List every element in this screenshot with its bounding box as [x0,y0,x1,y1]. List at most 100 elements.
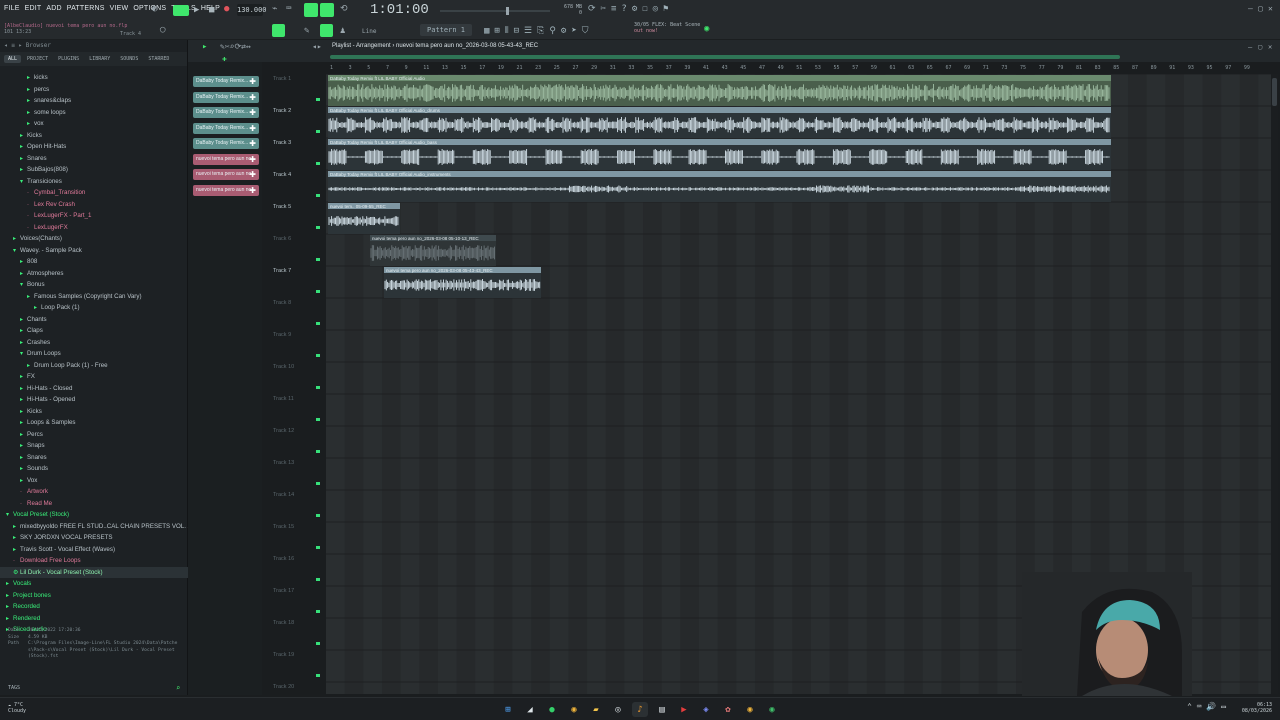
browser-item[interactable]: ▾ Bonus [0,279,188,291]
browser-item[interactable]: ▸ Project bones [0,590,188,602]
record-mode-icon[interactable]: ◐ [152,4,157,14]
channel-rack-icon[interactable]: ✂ [601,4,606,14]
track-name[interactable]: Track 16 [273,556,294,562]
browser-item[interactable]: ▾ Drum Loops [0,348,188,360]
browser-tab-all[interactable]: ALL [4,55,22,63]
add-clip-icon[interactable]: ✚ [249,185,256,196]
menu-patterns[interactable]: PATTERNS [67,5,105,12]
browser-item[interactable]: ▸ SubBajos(808) [0,164,188,176]
playlist-tools-icon[interactable]: ✎✂⌕⟳⇄↔ [220,42,251,52]
clip-source-button[interactable]: DaBaby Today Remix... ✚ [193,91,259,103]
track-mute-indicator[interactable] [316,418,320,421]
clip-source-button[interactable]: DaBaby Today Remix... ✚ [193,138,259,149]
browser-item[interactable]: ▸ Sounds [0,463,188,475]
track-mute-indicator[interactable] [316,514,320,517]
metronome-icon[interactable]: ⌁ [272,4,277,14]
touch-keyboard-icon[interactable]: ⚲ [549,26,556,36]
menu-edit[interactable]: EDIT [25,5,42,12]
browser-item[interactable]: ▸ Snares [0,452,188,464]
track-mute-indicator[interactable] [316,98,320,101]
track-mute-indicator[interactable] [316,258,320,261]
browser-tab-library[interactable]: LIBRARY [85,55,114,63]
clip-source-button[interactable]: nuevoi tema pero aun no... ✚ [193,169,259,180]
browser-item[interactable]: ▸ Hi-Hats - Closed [0,383,188,395]
countdown-toggle[interactable] [320,3,334,17]
snap-selector[interactable]: Line [362,27,376,37]
browser-item[interactable]: · Artwork [0,486,188,498]
record-icon[interactable]: ● [224,4,229,14]
track-name[interactable]: Track 3 [273,140,291,146]
help-icon[interactable]: ◎ [653,4,658,14]
track-name[interactable]: Track 20 [273,684,294,690]
close-icon[interactable]: ✕ [1268,4,1273,14]
browser-item[interactable]: · Lex Rev Crash [0,199,188,211]
browser-item[interactable]: ▸ Open Hit-Hats [0,141,188,153]
piano-roll-button-icon[interactable]: ⊞ [494,26,499,36]
wait-input-toggle[interactable] [304,3,318,17]
clip-source-button[interactable]: DaBaby Today Remix... ✚ [193,76,259,87]
browser-item[interactable]: ▸ FX [0,371,188,383]
project-info-icon[interactable]: ⚙ [561,26,566,36]
tool-draw[interactable] [272,24,285,37]
channel-rack-button-icon[interactable]: ⫴ [505,26,509,36]
menu-add[interactable]: ADD [46,5,61,12]
playlist-close-icon[interactable]: ✕ [1268,42,1272,52]
browser-icon[interactable]: ⟳ [588,4,596,14]
browser-item[interactable]: ▸ Atmospheres [0,268,188,280]
tags-search-icon[interactable]: ⌕ [176,684,180,692]
track-mute-indicator[interactable] [316,226,320,229]
pattern-song-toggle[interactable] [173,5,189,16]
browser-item[interactable]: ▸ snares&claps [0,95,188,107]
track-name[interactable]: Track 19 [273,652,294,658]
track-mute-indicator[interactable] [316,290,320,293]
online-status-icon[interactable]: ◉ [704,24,709,34]
browser-item[interactable]: ▸ Snares [0,153,188,165]
browser-item[interactable]: ▾ Vocal Preset (Stock) [0,509,188,521]
browser-item[interactable]: ▸ Crashes [0,337,188,349]
track-name[interactable]: Track 1 [273,76,291,82]
plugin-icon[interactable]: ⚙ [632,4,637,14]
add-clip-icon[interactable]: ✚ [249,154,256,165]
clip-source-button[interactable]: nuevoi tema pero aun no... ✚ [193,153,259,165]
browser-item[interactable]: ▸ Rendered [0,613,188,625]
weather-widget[interactable]: ☁ 7°C Cloudy [8,702,26,714]
browser-item[interactable]: ▾ Transiciones [0,176,188,188]
track-name[interactable]: Track 13 [273,460,294,466]
pattern-selector[interactable]: Pattern 1 [420,24,472,36]
browser-item[interactable]: ▸ Recorded [0,601,188,613]
fl-studio-taskbar-icon[interactable]: ♪ [632,702,648,717]
add-clip-icon[interactable]: ✚ [249,107,256,118]
track-name[interactable]: Track 10 [273,364,294,370]
loop-record-icon[interactable]: ⟲ [340,4,348,14]
maximize-icon[interactable]: ▢ [1258,4,1263,14]
obs-icon[interactable]: ◎ [610,702,626,717]
tool-mute-icon[interactable]: ♟ [340,26,345,36]
add-clip-icon[interactable]: ✚ [249,76,256,87]
tool-paint[interactable] [320,24,333,37]
track-name[interactable]: Track 12 [273,428,294,434]
track-mute-indicator[interactable] [316,130,320,133]
browser-item[interactable]: ▸ mixedbyyoldo FREE FL STUD..CAL CHAIN PR… [0,521,191,533]
browser-item[interactable]: ▸ Kicks [0,130,188,142]
track-name[interactable]: Track 9 [273,332,291,338]
master-volume-slider[interactable] [440,6,550,16]
mixer-button-icon[interactable]: ⊟ [514,26,519,36]
spotify-icon[interactable]: ● [544,702,560,717]
track-mute-indicator[interactable] [316,322,320,325]
add-clip-icon[interactable]: ✚ [249,169,256,180]
tray-icons[interactable]: ⌃ ⌨ 🔊 ▭ [1187,703,1226,711]
browser-item[interactable]: ▸ Loop Pack (1) [0,302,188,314]
track-name[interactable]: Track 15 [273,524,294,530]
tool-brush-icon[interactable]: ✎ [304,26,309,36]
clip-source-button[interactable]: DaBaby Today Remix... ✚ [193,107,259,118]
menu-options[interactable]: OPTIONS [133,5,166,12]
browser-item[interactable]: ▸ SKY JORDXN VOCAL PRESETS [0,532,188,544]
browser-item[interactable]: ▸ Drum Loop Pack (1) - Free [0,360,188,372]
browser-tab-starred[interactable]: STARRED [144,55,173,63]
chrome3-icon[interactable]: ◉ [764,702,780,717]
track-name[interactable]: Track 14 [273,492,294,498]
davinci-icon[interactable]: ✿ [720,702,736,717]
track-name[interactable]: Track 18 [273,620,294,626]
browser-item[interactable]: ▾ Wavey. - Sample Pack [0,245,188,257]
browser-item[interactable]: ▸ Kicks [0,406,188,418]
